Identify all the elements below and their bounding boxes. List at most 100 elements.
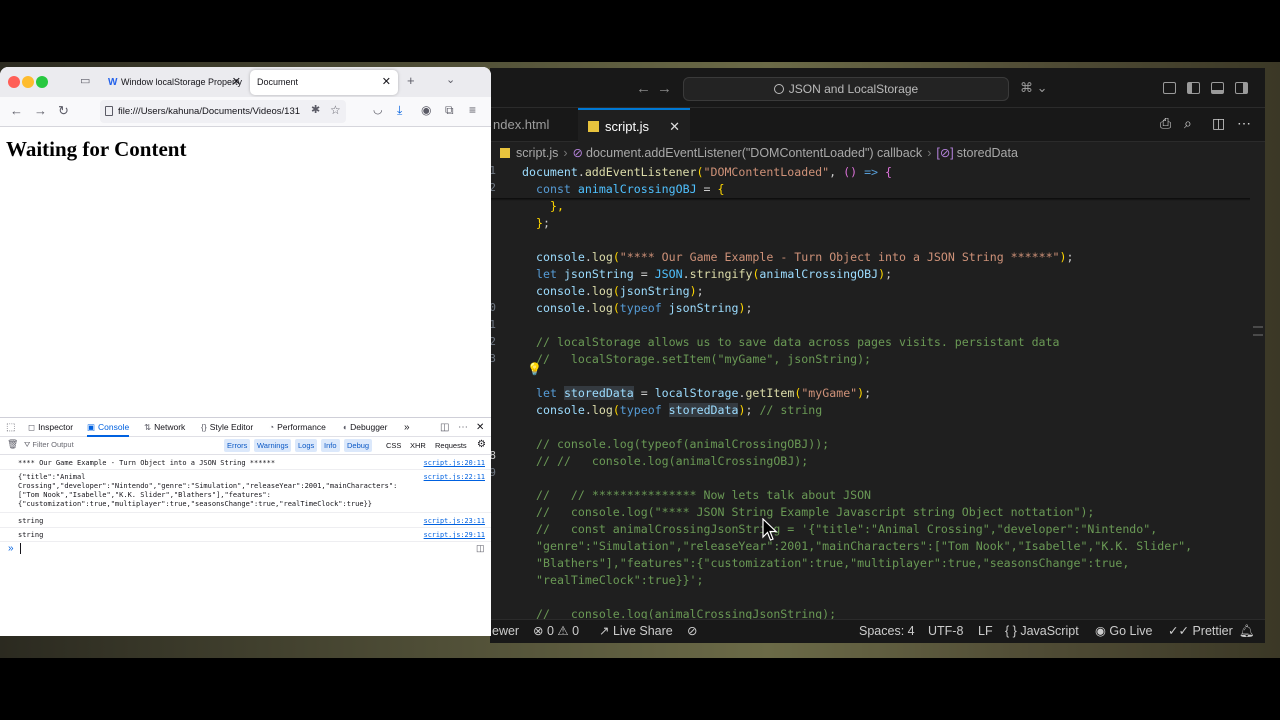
console-message: string script.js:29:11	[0, 528, 491, 542]
close-devtools-icon[interactable]: ✕	[476, 418, 484, 437]
tab-network[interactable]: ⇅ Network	[144, 418, 185, 437]
forward-arrow-icon[interactable]: →	[657, 80, 672, 97]
forward-icon[interactable]: →	[34, 103, 47, 118]
source-link[interactable]: script.js:23:11	[424, 517, 485, 525]
copilot-icon[interactable]: ⌘ ⌄	[1020, 80, 1048, 96]
reload-icon[interactable]: ↻	[58, 103, 69, 119]
problems-status[interactable]: ⊗ 0 ⚠ 0	[533, 620, 579, 642]
language-status[interactable]: { } JavaScript	[1005, 620, 1079, 642]
prettier-status[interactable]: ✓✓ Prettier	[1168, 620, 1233, 642]
toggle-sidebar-icon[interactable]	[1187, 82, 1200, 94]
eol-status[interactable]: LF	[978, 620, 993, 642]
filter-output-input[interactable]: ⛛ Filter Output	[24, 440, 74, 450]
tab-style-editor[interactable]: {} Style Editor	[201, 418, 253, 437]
indentation-status[interactable]: Spaces: 4	[859, 620, 915, 642]
filter-xhr[interactable]: XHR	[407, 439, 429, 452]
url-bar[interactable]: file:///Users/kahuna/Documents/Videos/13…	[100, 100, 346, 123]
layout-icon[interactable]	[1163, 82, 1176, 94]
live-share-status[interactable]: ↗ Live Share	[599, 620, 673, 642]
more-tabs-icon[interactable]: »	[404, 418, 410, 437]
bookmark-star-icon[interactable]: ☆	[330, 103, 341, 117]
status-item-viewer[interactable]: ewer	[492, 620, 519, 642]
firefox-window: ▭ W Window localStorage Property ✕ Docume…	[0, 67, 491, 636]
filter-info[interactable]: Info	[321, 439, 340, 452]
toggle-panel-icon[interactable]	[1211, 82, 1224, 94]
extensions-icon[interactable]: ⧉	[445, 103, 454, 118]
account-icon[interactable]: ◉	[421, 103, 431, 117]
status-bar: ewer ⊗ 0 ⚠ 0 ↗ Live Share ⊘ Spaces: 4 UT…	[490, 619, 1265, 643]
overview-ruler[interactable]	[1251, 164, 1265, 625]
tab-performance[interactable]: ◔ Performance	[269, 418, 326, 437]
braces-icon: { }	[1005, 624, 1017, 638]
close-tab-icon[interactable]: ✕	[382, 70, 391, 95]
split-editor-icon[interactable]: ◫	[1212, 115, 1225, 132]
element-picker-icon[interactable]: ⬚	[6, 418, 15, 437]
trash-icon[interactable]: 🗑︎	[7, 439, 18, 450]
tab-debugger[interactable]: ◖ Debugger	[342, 418, 387, 437]
tab-console[interactable]: ▣ Console	[87, 418, 130, 437]
breadcrumb-callback[interactable]: document.addEventListener("DOMContentLoa…	[586, 146, 922, 160]
sticky-scroll-shadow	[490, 198, 1250, 201]
debugger-icon: ◖	[342, 422, 348, 432]
breadcrumb-symbol[interactable]: storedData	[957, 146, 1018, 160]
chevron-down-icon[interactable]: ⌄	[446, 73, 455, 86]
breadcrumb-file[interactable]: script.js	[516, 146, 558, 160]
close-tab-icon[interactable]: ✕	[669, 110, 680, 144]
tab-document[interactable]: Document ✕	[250, 70, 398, 95]
source-link[interactable]: script.js:29:11	[424, 531, 485, 539]
check-icon[interactable]: ⊘	[687, 620, 697, 642]
menu-icon[interactable]: ≡	[469, 103, 476, 117]
browser-tab-bar: ▭ W Window localStorage Property ✕ Docume…	[0, 67, 491, 97]
minimize-window-button[interactable]	[22, 76, 34, 88]
filter-requests[interactable]: Requests	[432, 439, 470, 452]
tab-index-html[interactable]: ndex.html	[493, 108, 549, 142]
devtools-panel: ⬚ ◻ Inspector ▣ Console ⇅ Network {} Style E…	[0, 417, 491, 636]
search-preview-icon[interactable]: ⌕	[1184, 115, 1192, 132]
open-preview-icon[interactable]: ⎙	[1160, 115, 1171, 132]
console-filter-bar: 🗑︎ ⛛ Filter Output Errors Warnings Logs …	[0, 437, 491, 455]
source-link[interactable]: script.js:22:11	[424, 473, 485, 481]
filter-errors[interactable]: Errors	[224, 439, 251, 452]
toggle-secondary-sidebar-icon[interactable]	[1235, 82, 1248, 94]
tab-overview-icon[interactable]: ▭	[80, 74, 90, 87]
code-editor[interactable]: 1 2 0 1 2 3 8 9 7 document.addEventListe…	[490, 164, 1265, 625]
settings-gear-icon[interactable]: ⚙	[477, 439, 486, 450]
filter-logs[interactable]: Logs	[295, 439, 318, 452]
filter-css[interactable]: CSS	[383, 439, 404, 452]
pocket-icon[interactable]: ◡	[373, 103, 383, 116]
back-arrow-icon[interactable]: ←	[636, 80, 651, 97]
code-line: };	[536, 216, 550, 230]
close-window-button[interactable]	[8, 76, 20, 88]
new-tab-icon[interactable]: +	[407, 73, 415, 88]
dock-icon[interactable]: ◫	[440, 418, 449, 437]
encoding-status[interactable]: UTF-8	[928, 620, 963, 642]
search-icon	[773, 84, 784, 94]
chevron-right-icon: ›	[927, 146, 932, 160]
code-line: // const animalCrossingJsonString = '{"t…	[536, 522, 1158, 536]
console-prompt[interactable]: »	[8, 543, 14, 554]
more-actions-icon[interactable]: ⋯	[1237, 115, 1251, 132]
back-icon[interactable]: ←	[10, 103, 23, 118]
console-message: {"title":"Animal Crossing","developer":"…	[0, 471, 491, 513]
tab-inspector[interactable]: ◻ Inspector	[28, 418, 73, 437]
close-tab-icon[interactable]: ✕	[232, 70, 241, 95]
gauge-icon: ◔	[269, 422, 275, 432]
filter-warnings[interactable]: Warnings	[254, 439, 292, 452]
tab-localstorage[interactable]: W Window localStorage Property ✕	[100, 70, 248, 95]
browser-toolbar: ← → ↻ file:///Users/kahuna/Documents/Vid…	[0, 97, 491, 127]
split-console-icon[interactable]: ◫	[476, 543, 485, 554]
bell-icon[interactable]: 🔔︎	[1239, 620, 1255, 642]
downloads-icon[interactable]: ⤓	[397, 103, 402, 118]
filter-debug[interactable]: Debug	[344, 439, 373, 452]
go-live-status[interactable]: ◉ Go Live	[1095, 620, 1153, 642]
lightbulb-icon[interactable]: 💡	[527, 362, 542, 376]
bug-icon[interactable]: ✱	[311, 103, 320, 116]
maximize-window-button[interactable]	[36, 76, 48, 88]
source-link[interactable]: script.js:20:11	[424, 459, 485, 467]
broadcast-icon: ◉	[1095, 624, 1106, 638]
command-center-search[interactable]: JSON and LocalStorage	[683, 77, 1009, 101]
tab-script-js[interactable]: script.js ✕	[578, 108, 690, 142]
code-line: "realTimeClock":true}}';	[536, 573, 704, 587]
more-options-icon[interactable]: ⋯	[458, 418, 468, 437]
code-line: let jsonString = JSON.stringify(animalCr…	[536, 267, 893, 281]
